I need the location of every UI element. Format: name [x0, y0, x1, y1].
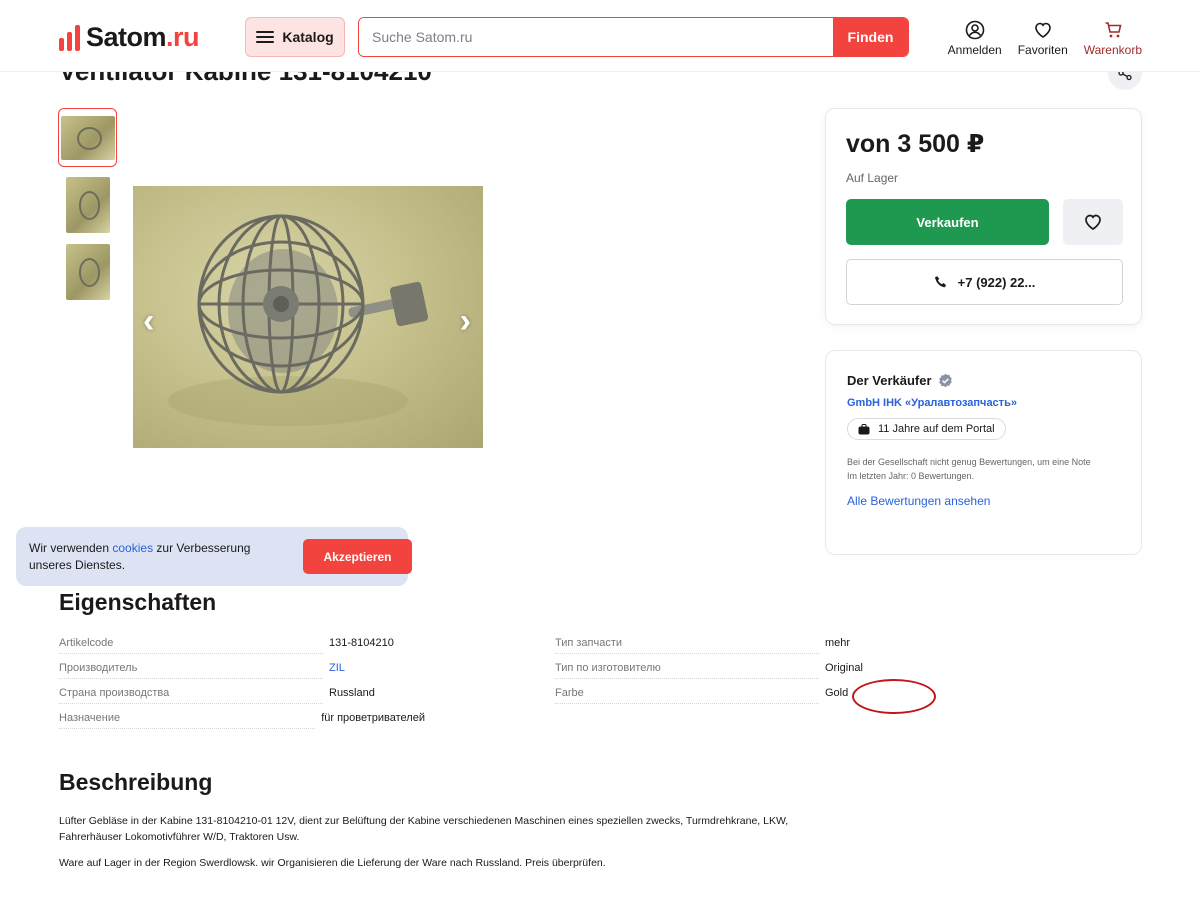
property-label: Тип запчасти [555, 637, 825, 662]
menu-icon [256, 31, 275, 43]
verified-badge-icon [938, 373, 952, 388]
logo-bars-icon [59, 24, 80, 51]
years-text: 11 Jahre auf dem Portal [878, 423, 995, 435]
gallery-next-button[interactable]: › [460, 302, 471, 341]
phone-number: +7 (922) 22... [957, 274, 1036, 290]
login-button[interactable]: Anmelden [948, 20, 1002, 57]
site-logo[interactable]: Satom.ru [59, 22, 200, 53]
catalog-button[interactable]: Katalog [245, 17, 345, 57]
accept-cookies-button[interactable]: Akzeptieren [303, 539, 412, 574]
property-label: Farbe [555, 687, 825, 712]
seller-heading: Der Verkäufer [847, 373, 1120, 388]
all-reviews-link[interactable]: Alle Bewertungen ansehen [847, 494, 1120, 508]
properties-column-left: Artikelcode 131-8104210 Производитель ZIL … [59, 637, 425, 737]
user-icon [965, 20, 984, 40]
property-label: Тип по изготовителю [555, 662, 825, 687]
rating-note-line-1: Bei der Gesellschaft nicht genug Bewertu… [847, 457, 1091, 467]
cookies-link[interactable]: cookies [112, 541, 153, 555]
property-row: Назначение für проветривателей [59, 712, 425, 737]
fan-photo-illustration [168, 214, 429, 426]
thumbnail-3[interactable] [58, 242, 117, 301]
price: von 3 500 ₽ [846, 130, 985, 158]
search-input[interactable] [359, 18, 833, 56]
property-label: Производитель [59, 662, 329, 687]
manufacturer-link[interactable]: ZIL [329, 662, 345, 687]
rating-note-line-2: Im letzten Jahr: 0 Bewertungen. [847, 470, 975, 481]
property-value: Original [825, 662, 863, 674]
main-product-photo: ‹ › [133, 186, 483, 448]
property-label: Страна производства [59, 687, 329, 712]
thumbnail-2[interactable] [58, 175, 117, 234]
property-value: 131-8104210 [329, 637, 394, 649]
search-button[interactable]: Finden [833, 18, 908, 56]
seller-card: Der Verkäufer GmbH IHK «Уралавтозапчасть… [825, 350, 1142, 555]
thumbnail-image [65, 176, 110, 233]
login-label: Anmelden [947, 43, 1002, 57]
thumbnail-list [58, 108, 117, 301]
description-text: Lüfter Gebläse in der Kabine 131-8104210… [59, 813, 819, 871]
property-value: für проветривателей [321, 712, 425, 724]
show-phone-button[interactable]: +7 (922) 22... [846, 259, 1123, 305]
cart-icon [1105, 22, 1122, 38]
favorites-button[interactable]: Favoriten [1018, 20, 1068, 57]
property-label: Artikelcode [59, 637, 329, 662]
chevron-right-icon: › [459, 302, 471, 340]
description-paragraph: Lüfter Gebläse in der Kabine 131-8104210… [59, 815, 789, 843]
property-row: Тип запчасти mehr [555, 637, 921, 662]
phone-icon [934, 276, 946, 288]
site-header: Satom.ru Katalog Finden Anmelden Favorit… [0, 0, 1200, 72]
offer-card: von 3 500 ₽ Auf Lager Verkaufen +7 (922)… [825, 108, 1142, 325]
property-value: mehr [825, 637, 851, 649]
chevron-left-icon: ‹ [143, 302, 155, 340]
seller-heading-text: Der Verkäufer [847, 373, 932, 388]
cookie-text: Wir verwenden cookies zur Verbesserung u… [29, 540, 274, 574]
heart-icon [1085, 214, 1101, 230]
header-actions: Anmelden Favoriten Warenkorb [948, 20, 1142, 57]
search-bar: Finden [358, 17, 909, 57]
properties-heading: Eigenschaften [59, 589, 217, 615]
thumbnail-image [60, 115, 115, 160]
stock-status: Auf Lager [846, 171, 899, 185]
heart-icon [1034, 22, 1051, 38]
description-paragraph: Ware auf Lager in der Region Swerdlowsk.… [59, 857, 606, 869]
property-label: Назначение [59, 712, 321, 737]
property-row: Производитель ZIL [59, 662, 425, 687]
gallery-prev-button[interactable]: ‹ [143, 302, 154, 341]
cart-label: Warenkorb [1083, 43, 1142, 57]
property-value: Gold [825, 687, 849, 699]
favorites-label: Favoriten [1017, 43, 1068, 57]
years-on-portal-badge: 11 Jahre auf dem Portal [847, 418, 1006, 440]
property-row: Artikelcode 131-8104210 [59, 637, 425, 662]
rating-note: Bei der Gesellschaft nicht genug Bewertu… [847, 456, 1120, 483]
property-value: Russland [329, 687, 375, 699]
thumbnail-image [65, 243, 110, 300]
property-row: Тип по изготовителю Original [555, 662, 921, 687]
catalog-label: Katalog [282, 29, 334, 45]
briefcase-icon [858, 423, 870, 434]
description-heading: Beschreibung [59, 769, 213, 795]
property-row: Farbe Gold [555, 687, 921, 712]
cookie-text-start: Wir verwenden [29, 541, 113, 555]
sell-button[interactable]: Verkaufen [846, 199, 1049, 245]
seller-name-link[interactable]: GmbH IHK «Уралавтозапчасть» [847, 397, 1120, 409]
properties-column-right: Тип запчасти mehr Тип по изготовителю Orig… [555, 637, 921, 737]
logo-text: Satom.ru [86, 22, 200, 52]
cart-button[interactable]: Warenkorb [1084, 20, 1142, 57]
add-favorite-button[interactable] [1063, 199, 1123, 245]
cookie-banner: Wir verwenden cookies zur Verbesserung u… [16, 527, 412, 586]
property-row: Страна производства Russland [59, 687, 425, 712]
properties-table: Artikelcode 131-8104210 Производитель ZIL … [59, 637, 921, 737]
thumbnail-1[interactable] [58, 108, 117, 167]
